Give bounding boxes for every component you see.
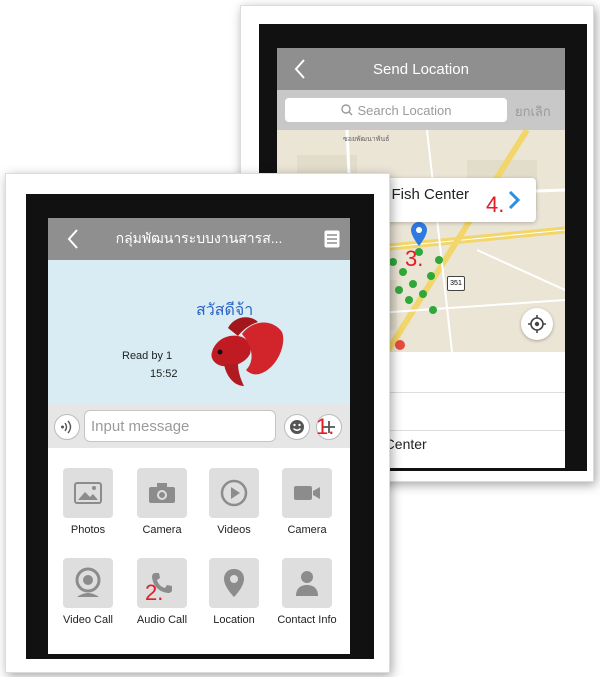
- message-input[interactable]: Input message: [84, 410, 276, 442]
- search-placeholder: Search Location: [357, 102, 452, 118]
- poi-dot: [435, 256, 443, 264]
- video-call-tile: [63, 558, 113, 608]
- attachment-photos[interactable]: Photos: [53, 468, 123, 536]
- audio-call-tile: 2.: [137, 558, 187, 608]
- red-poi-icon: [395, 340, 405, 350]
- poi-dot: [419, 290, 427, 298]
- chevron-right-icon[interactable]: [508, 191, 520, 209]
- attachment-label: Camera: [287, 524, 327, 536]
- attachment-video-call[interactable]: Video Call: [53, 558, 123, 626]
- attachment-location[interactable]: Location: [199, 558, 269, 626]
- attachment-label: Contact Info: [277, 614, 337, 626]
- attachment-label: Photos: [70, 524, 106, 536]
- chat-title: กลุ่มพัฒนาระบบงานสารส...: [115, 230, 283, 246]
- step-4-marker: 4.: [486, 192, 505, 217]
- search-input[interactable]: Search Location: [285, 98, 507, 122]
- search-icon: [340, 104, 353, 116]
- smiley-icon: [290, 420, 304, 434]
- poi-dot: [405, 296, 413, 304]
- highway-badge: 351: [447, 276, 465, 291]
- sound-wave-icon: [61, 420, 72, 434]
- chat-area: สวัสดีจ้า Read by 1 15:52: [48, 260, 350, 404]
- attachment-label: Video Call: [63, 614, 113, 626]
- voice-button[interactable]: [54, 414, 80, 440]
- step-3-marker: 3.: [405, 246, 424, 271]
- pin-callout[interactable]: er Fish Center 4.: [366, 178, 536, 222]
- video-camera-tile: [282, 468, 332, 518]
- poi-dot: [395, 286, 403, 294]
- attachment-contact-info[interactable]: Contact Info: [272, 558, 342, 626]
- step-1-marker: 1.: [316, 414, 335, 439]
- poi-dot: [389, 258, 397, 266]
- person-icon: [296, 571, 318, 596]
- camera-icon: [149, 483, 175, 503]
- map-street-label: ซอยพัฒนาพันธ์: [343, 136, 390, 143]
- chat-screen: กลุ่มพัฒนาระบบงานสารส... สวัสดีจ้า Read …: [48, 218, 350, 654]
- message-time: 15:52: [150, 368, 178, 380]
- step-2-marker: 2.: [145, 580, 164, 605]
- poi-dot: [409, 280, 417, 288]
- videos-tile: [209, 468, 259, 518]
- input-bar: Input message 1.: [48, 404, 350, 448]
- crosshair-icon: [528, 315, 546, 333]
- attachment-label: Location: [213, 614, 255, 626]
- cancel-button[interactable]: ยกเลิก: [515, 101, 551, 122]
- locate-me-button[interactable]: [521, 308, 553, 340]
- location-tile: [209, 558, 259, 608]
- fish-sticker: [211, 317, 284, 386]
- video-camera-icon: [294, 486, 320, 500]
- search-row: Search Location ยกเลิก: [277, 90, 565, 130]
- attachment-label: Audio Call: [136, 614, 188, 626]
- attachment-label: Camera: [142, 524, 182, 536]
- map-pin-icon: [411, 222, 427, 246]
- page-title: Send Location: [373, 60, 469, 78]
- attachment-panel: Photos Camera Videos Camera Video Call 2…: [48, 448, 350, 654]
- attachment-label: Videos: [217, 524, 251, 536]
- attachment-camera[interactable]: Camera: [127, 468, 197, 536]
- attachment-videos[interactable]: Videos: [199, 468, 269, 536]
- location-nav-bar: Send Location: [277, 48, 565, 90]
- webcam-icon: [75, 567, 101, 597]
- play-icon: [220, 479, 248, 507]
- attachment-audio-call[interactable]: 2. Audio Call: [127, 558, 197, 626]
- photos-tile: [63, 468, 113, 518]
- menu-button[interactable]: [324, 230, 340, 253]
- attachment-video-camera[interactable]: Camera: [272, 468, 342, 536]
- message-input-placeholder: Input message: [91, 417, 190, 435]
- photos-icon: [74, 482, 102, 504]
- read-receipt: Read by 1: [122, 350, 173, 362]
- chat-card: กลุ่มพัฒนาระบบงานสารส... สวัสดีจ้า Read …: [5, 173, 390, 673]
- contact-info-tile: [282, 558, 332, 608]
- poi-dot: [427, 272, 435, 280]
- location-pin-icon: [224, 569, 244, 597]
- chat-nav-bar: กลุ่มพัฒนาระบบงานสารส...: [48, 218, 350, 260]
- camera-tile: [137, 468, 187, 518]
- list-icon: [324, 230, 340, 248]
- poi-dot: [429, 306, 437, 314]
- sticker-button[interactable]: [284, 414, 310, 440]
